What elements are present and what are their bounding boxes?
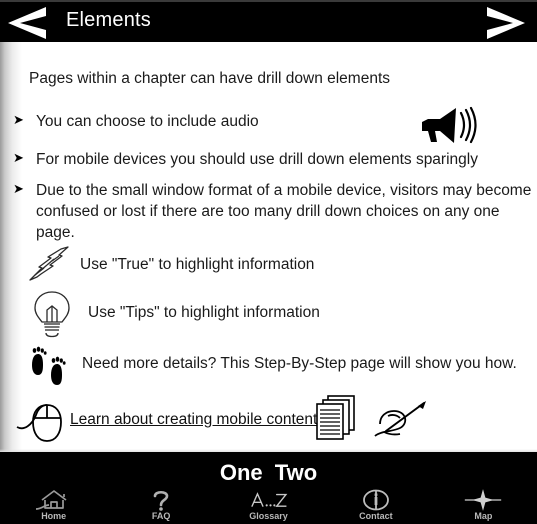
- bullet-item: ➤ For mobile devices you should use dril…: [13, 149, 478, 170]
- lightning-bolt-icon: [28, 246, 76, 282]
- nav-item-contact[interactable]: Contact: [322, 488, 429, 524]
- page-footer: One Two Home FAQ Glossary Contact Map: [0, 455, 537, 524]
- megaphone-icon: [418, 102, 480, 146]
- hand-writing-pen-icon: [374, 400, 428, 440]
- bullet-text: Due to the small window format of a mobi…: [36, 182, 532, 241]
- nav-label-faq: FAQ: [151, 511, 171, 521]
- nav-item-map[interactable]: Map: [430, 488, 537, 524]
- tips-callout-text: Use "Tips" to highlight information: [88, 304, 320, 321]
- bullet-arrow-icon: ➤: [13, 150, 24, 165]
- nav-label-map: Map: [474, 511, 493, 521]
- true-callout-text: Use "True" to highlight information: [80, 256, 315, 273]
- page-content: Pages within a chapter can have drill do…: [0, 42, 537, 452]
- chevron-left-icon: [8, 7, 46, 39]
- prev-page-button[interactable]: [6, 6, 56, 40]
- nav-item-faq[interactable]: FAQ: [107, 488, 214, 524]
- bullet-item: ➤ Due to the small window format of a mo…: [13, 180, 537, 243]
- lightbulb-icon: [32, 290, 72, 338]
- compass-star-icon: [465, 489, 502, 511]
- app-window: Elements Pages within a chapter can have…: [0, 0, 537, 524]
- bullet-text: You can choose to include audio: [36, 113, 259, 130]
- bullet-text: For mobile devices you should use drill …: [36, 151, 478, 168]
- nav-item-glossary[interactable]: Glossary: [215, 488, 322, 524]
- stacked-documents-icon: [315, 394, 361, 442]
- info-circle-icon: [363, 489, 389, 511]
- house-icon: [35, 490, 67, 510]
- page-header: Elements: [0, 0, 537, 44]
- computer-mouse-icon: [16, 399, 72, 445]
- chapter-tabs: One Two: [0, 459, 537, 487]
- chapter-tab-one[interactable]: One: [217, 460, 266, 485]
- chapter-tab-two[interactable]: Two: [272, 460, 320, 485]
- mobile-content-link[interactable]: Learn about creating mobile content: [70, 411, 317, 429]
- bullet-arrow-icon: ➤: [13, 112, 24, 127]
- bullet-arrow-icon: ➤: [13, 181, 24, 196]
- nav-label-glossary: Glossary: [249, 511, 288, 521]
- step-by-step-text: Need more details? This Step-By-Step pag…: [82, 355, 517, 372]
- question-mark-icon: [153, 490, 169, 511]
- bottom-navbar: Home FAQ Glossary Contact Map: [0, 488, 537, 524]
- chevron-right-icon: [487, 7, 525, 39]
- nav-item-home[interactable]: Home: [0, 488, 107, 524]
- page-title: Elements: [66, 9, 151, 31]
- footprints-icon: [30, 346, 72, 386]
- intro-text: Pages within a chapter can have drill do…: [29, 70, 391, 87]
- bullet-item: ➤ You can choose to include audio: [13, 111, 259, 132]
- next-page-button[interactable]: [477, 6, 527, 40]
- nav-label-contact: Contact: [359, 511, 393, 521]
- nav-label-home: Home: [41, 511, 67, 521]
- a-to-z-icon: [250, 492, 287, 507]
